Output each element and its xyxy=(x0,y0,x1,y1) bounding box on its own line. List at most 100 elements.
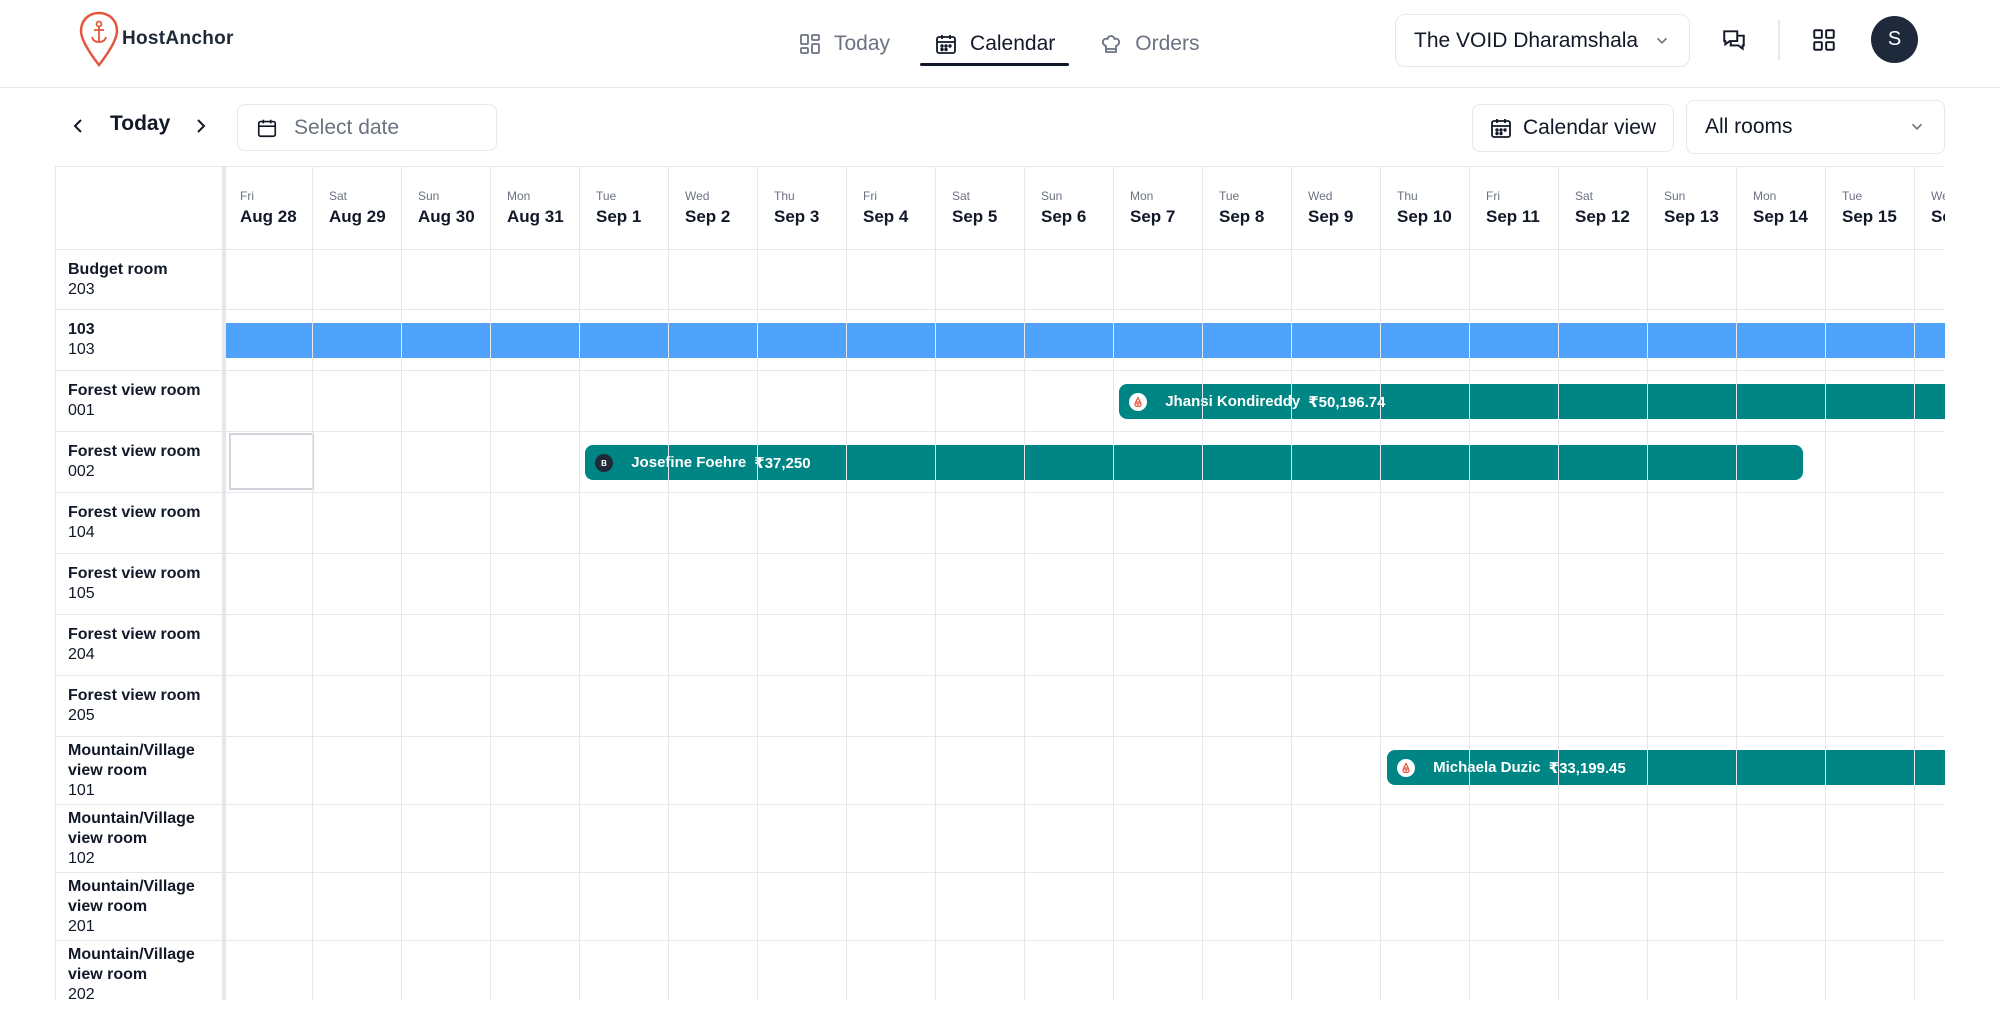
date-picker-input[interactable]: Select date xyxy=(237,104,497,151)
grid-column-line xyxy=(223,250,224,1000)
room-block-bar[interactable] xyxy=(226,323,1945,358)
prev-button[interactable] xyxy=(64,112,92,140)
booking-bar[interactable]: Michaela Duzic ₹33,199.45 xyxy=(1387,750,1945,785)
room-number: 203 xyxy=(68,280,95,298)
booking-com-icon: B xyxy=(595,453,614,472)
room-row[interactable] xyxy=(223,615,1945,676)
room-row[interactable] xyxy=(223,676,1945,737)
day-column-header: Tue Sep 15 xyxy=(1825,167,1914,250)
day-date: Sep 13 xyxy=(1664,207,1719,226)
room-type: Mountain/Village view room xyxy=(68,877,195,915)
apps-button[interactable] xyxy=(1806,22,1842,58)
day-of-week: Tue xyxy=(596,189,617,203)
room-number: 103 xyxy=(68,341,95,358)
room-label: Forest view room 002 xyxy=(56,432,223,493)
room-type: Mountain/Village view room xyxy=(68,741,195,779)
day-of-week: Thu xyxy=(1397,189,1418,203)
day-date: Sep 9 xyxy=(1308,207,1354,226)
rooms-filter-select[interactable]: All rooms xyxy=(1686,100,1945,154)
room-type: Mountain/Village view room xyxy=(68,809,195,847)
day-date: Sep 5 xyxy=(952,207,998,226)
anchor-pin-logo-icon xyxy=(79,11,119,67)
grid-column-line xyxy=(1024,250,1025,1000)
room-type: Forest view room xyxy=(68,626,201,643)
calendar-icon xyxy=(1491,119,1511,138)
grid-corner xyxy=(56,167,223,250)
room-type: Mountain/Village view room xyxy=(68,945,195,983)
day-column-header: Wed Sep 2 xyxy=(668,167,757,250)
days-header: Fri Aug 28 Sat Aug 29 Sun Aug 30 Mon Aug 31 Tue S… xyxy=(223,167,1945,250)
day-column-header: Sat Sep 5 xyxy=(935,167,1024,250)
chevron-down-icon xyxy=(1656,37,1668,44)
day-date: Sep 16 xyxy=(1931,207,1945,226)
svg-text:B: B xyxy=(601,459,607,468)
grid-column-line xyxy=(579,250,580,1000)
day-column-header: Sat Sep 12 xyxy=(1558,167,1647,250)
grid-column-line xyxy=(935,250,936,1000)
booking-amount: ₹33,199.45 xyxy=(1548,759,1626,777)
room-number: 204 xyxy=(68,646,95,663)
selected-cell[interactable] xyxy=(229,433,314,490)
booking-bar[interactable]: Jhansi Kondireddy ₹50,196.74 xyxy=(1119,384,1945,419)
day-column-header: Fri Aug 28 xyxy=(223,167,312,250)
room-label: Forest view room 001 xyxy=(56,371,223,432)
app-logo[interactable]: HostAnchor xyxy=(78,10,234,68)
booking-bar[interactable]: B Josefine Foehre ₹37,250 xyxy=(585,445,1803,480)
grid-column-line xyxy=(1736,250,1737,1000)
tab-today[interactable]: Today xyxy=(780,0,908,88)
room-row[interactable] xyxy=(223,250,1945,310)
grid-column-line xyxy=(1558,250,1559,1000)
chat-bubbles-icon xyxy=(1723,30,1745,51)
room-type: Forest view room xyxy=(68,687,201,704)
room-label: 103 103 xyxy=(56,310,223,371)
day-of-week: Fri xyxy=(240,189,254,203)
top-header: HostAnchor Today Calendar Orders The VOI… xyxy=(0,0,2000,88)
day-of-week: Wed xyxy=(685,189,710,203)
day-column-header: Mon Sep 7 xyxy=(1113,167,1202,250)
day-date: Sep 15 xyxy=(1842,207,1897,226)
day-column-header: Thu Sep 3 xyxy=(757,167,846,250)
room-row[interactable] xyxy=(223,493,1945,554)
booking-guest-name: Jhansi Kondireddy xyxy=(1165,393,1301,410)
calendar-view-label: Calendar view xyxy=(1523,116,1657,139)
room-label: Mountain/Village view room 102 xyxy=(56,805,223,873)
room-row[interactable] xyxy=(223,554,1945,615)
day-column-header: Tue Sep 8 xyxy=(1202,167,1291,250)
main-nav: Today Calendar Orders xyxy=(780,0,1225,88)
grid-column-line xyxy=(1469,250,1470,1000)
calendar-view-button[interactable]: Calendar view xyxy=(1472,104,1674,152)
room-row[interactable] xyxy=(223,805,1945,873)
calendar-grid: Fri Aug 28 Sat Aug 29 Sun Aug 30 Mon Aug 31 Tue S… xyxy=(55,166,1945,1000)
room-label: Forest view room 104 xyxy=(56,493,223,554)
tab-orders[interactable]: Orders xyxy=(1081,0,1217,88)
room-type: Budget room xyxy=(68,260,168,278)
calendar-icon xyxy=(257,119,277,137)
booking-guest-name: Michaela Duzic xyxy=(1433,759,1541,776)
day-of-week: Mon xyxy=(507,189,531,203)
room-label: Budget room 203 xyxy=(56,250,223,310)
user-avatar[interactable]: S xyxy=(1871,16,1918,63)
room-label: Mountain/Village view room 202 xyxy=(56,941,223,1000)
day-of-week: Wed xyxy=(1308,189,1333,203)
day-date: Sep 7 xyxy=(1130,207,1176,226)
today-button[interactable]: Today xyxy=(110,112,170,136)
grid-column-line xyxy=(846,250,847,1000)
day-date: Sep 4 xyxy=(863,207,909,226)
day-date: Sep 8 xyxy=(1219,207,1265,226)
day-date: Sep 2 xyxy=(685,207,731,226)
day-column-header: Sat Aug 29 xyxy=(312,167,401,250)
day-of-week: Sun xyxy=(1041,189,1063,203)
chevron-right-icon xyxy=(197,119,206,133)
next-button[interactable] xyxy=(187,112,215,140)
day-column-header: Sun Sep 13 xyxy=(1647,167,1736,250)
messages-button[interactable] xyxy=(1716,22,1752,58)
room-label: Forest view room 105 xyxy=(56,554,223,615)
day-of-week: Mon xyxy=(1130,189,1154,203)
day-date: Sep 14 xyxy=(1753,207,1808,226)
property-select[interactable]: The VOID Dharamshala xyxy=(1395,14,1690,67)
room-number: 202 xyxy=(68,985,95,1001)
apps-grid-icon xyxy=(1813,29,1835,51)
room-row[interactable] xyxy=(223,941,1945,1000)
room-row[interactable] xyxy=(223,873,1945,941)
tab-calendar[interactable]: Calendar xyxy=(916,0,1073,88)
